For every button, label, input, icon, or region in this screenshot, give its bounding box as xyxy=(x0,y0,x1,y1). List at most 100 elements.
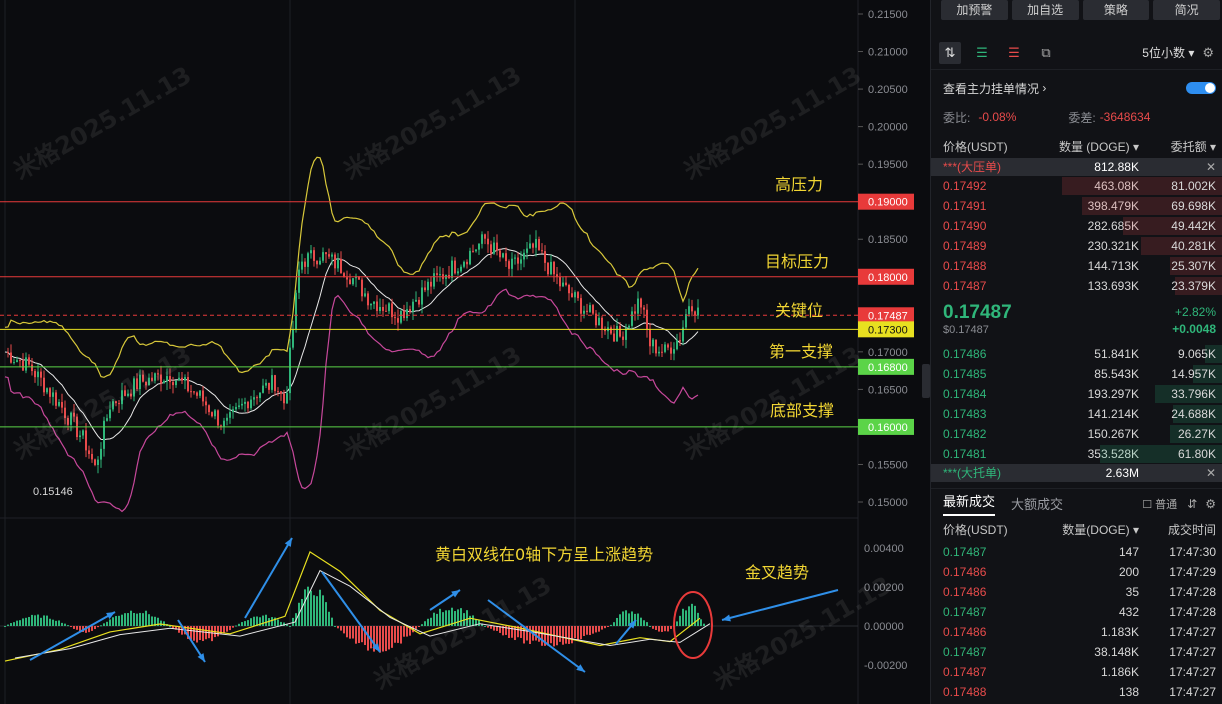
macd-histogram-bar xyxy=(331,617,333,626)
price-level-value: 0.17300 xyxy=(868,324,908,336)
big-ask-bar: ***(大压单) 812.88K ✕ xyxy=(931,158,1222,176)
trade-row[interactable]: 0.17486 35 17:47:28 xyxy=(931,582,1222,602)
trade-qty-header[interactable]: 数量(DOGE) ▾ xyxy=(1033,518,1139,542)
trade-row[interactable]: 0.17487 38.148K 17:47:27 xyxy=(931,642,1222,662)
trade-row[interactable]: 0.17487 1.186K 17:47:27 xyxy=(931,662,1222,682)
candle-body xyxy=(367,293,369,306)
big-ask-value: 812.88K xyxy=(1094,160,1139,174)
candle-body xyxy=(385,310,387,312)
filter-icon[interactable]: ⇵ xyxy=(1187,497,1197,511)
candle-body xyxy=(34,371,36,378)
bid-row[interactable]: 0.17486 51.841K 9.065K xyxy=(931,344,1222,364)
ask-row[interactable]: 0.17489 230.321K 40.281K xyxy=(931,236,1222,256)
macd-histogram-bar xyxy=(202,626,204,642)
ask-row[interactable]: 0.17487 133.693K 23.379K xyxy=(931,276,1222,296)
tab-large-trades[interactable]: 大额成交 xyxy=(1011,494,1063,513)
ask-row[interactable]: 0.17491 398.479K 69.698K xyxy=(931,196,1222,216)
row-amount: 23.379K xyxy=(1171,279,1216,293)
macd-histogram-bar xyxy=(400,626,402,644)
both-sides-view-icon[interactable]: ⇅ xyxy=(939,41,961,64)
mid-change-pct: +2.82% xyxy=(1174,305,1216,319)
macd-histogram-bar xyxy=(37,614,39,626)
checkbox-icon[interactable]: ☐ xyxy=(1142,499,1152,511)
ask-row[interactable]: 0.17488 144.713K 25.307K xyxy=(931,256,1222,276)
add-watchlist-button[interactable]: 加自选 xyxy=(1011,0,1079,20)
trade-row[interactable]: 0.17486 200 17:47:29 xyxy=(931,562,1222,582)
trade-row[interactable]: 0.17487 147 17:47:30 xyxy=(931,542,1222,562)
candle-body xyxy=(646,309,648,329)
trend-arrow xyxy=(244,537,293,619)
main-orders-toggle[interactable] xyxy=(1186,82,1216,94)
candle-body xyxy=(379,307,381,311)
chart-canvas[interactable]: 0.21500 0.21000 0.20500 0.20000 0.19500 0.190… xyxy=(0,0,930,704)
decimals-select[interactable]: 5位小数 ▾ xyxy=(1142,44,1194,61)
candle-body xyxy=(514,257,516,259)
macd-histogram-bar xyxy=(10,623,12,626)
bid-row[interactable]: 0.17484 193.297K 33.796K xyxy=(931,384,1222,404)
price-level-value: 0.18000 xyxy=(868,272,908,284)
macd-histogram-bar xyxy=(139,612,141,626)
row-qty: 141.214K xyxy=(1087,407,1139,421)
close-icon[interactable]: ✕ xyxy=(1139,158,1216,176)
candle-body xyxy=(97,459,99,465)
overview-button[interactable]: 简况 xyxy=(1153,0,1220,20)
macd-histogram-bar xyxy=(91,626,93,631)
collapse-handle[interactable] xyxy=(922,364,930,398)
trade-row[interactable]: 0.17488 138 17:47:27 xyxy=(931,682,1222,702)
candle-body xyxy=(52,392,54,397)
trade-row[interactable]: 0.17486 1.183K 17:47:27 xyxy=(931,622,1222,642)
popout-icon[interactable]: ⧉ xyxy=(1035,42,1057,64)
candle-body xyxy=(424,287,426,291)
candle-body xyxy=(25,357,27,371)
bids-view-icon[interactable]: ☰ xyxy=(971,42,993,64)
candle-body xyxy=(685,314,687,328)
trend-arrow xyxy=(321,571,381,653)
close-icon[interactable]: ✕ xyxy=(1139,464,1216,482)
bid-row[interactable]: 0.17483 141.214K 24.688K xyxy=(931,404,1222,424)
macd-histogram-bar xyxy=(595,626,597,633)
macd-histogram-bar xyxy=(427,618,429,626)
candle-body xyxy=(40,371,42,378)
macd-histogram-bar xyxy=(358,626,360,644)
bid-row[interactable]: 0.17481 353.528K 61.80K xyxy=(931,444,1222,464)
candle-body xyxy=(673,349,675,354)
macd-histogram-bar xyxy=(379,626,381,653)
price-chart[interactable]: 0.21500 0.21000 0.20500 0.20000 0.19500 0.190… xyxy=(0,0,930,704)
row-price: 0.17491 xyxy=(943,199,987,213)
tab-latest-trades[interactable]: 最新成交 xyxy=(943,491,996,516)
row-qty: 1.183K xyxy=(1100,625,1139,639)
candle-body xyxy=(661,351,663,353)
qty-header[interactable]: 数量 (DOGE) ▾ xyxy=(1039,136,1139,158)
ask-row[interactable]: 0.17492 463.08K 81.002K xyxy=(931,176,1222,196)
row-price: 0.17488 xyxy=(943,259,987,273)
add-alert-button[interactable]: 加预警 xyxy=(941,0,1008,20)
ask-row[interactable]: 0.17490 282.685K 49.442K xyxy=(931,216,1222,236)
candle-body xyxy=(574,292,576,298)
candle-body xyxy=(502,253,504,258)
candle-body xyxy=(349,279,351,285)
macd-histogram-bar xyxy=(658,626,660,632)
candle-body xyxy=(610,327,612,334)
row-time: 17:47:27 xyxy=(1169,685,1216,699)
row-time: 17:47:28 xyxy=(1169,585,1216,599)
normal-filter[interactable]: ☐ 普通 xyxy=(1142,496,1177,512)
watermark: 米格2025.11.13 xyxy=(9,61,196,185)
trade-row[interactable]: 0.17487 432 17:47:28 xyxy=(931,602,1222,622)
candle-body xyxy=(664,344,666,352)
macd-histogram-bar xyxy=(349,626,351,639)
settings-icon[interactable]: ⚙ xyxy=(1205,497,1216,511)
candle-body xyxy=(307,253,309,267)
macd-histogram-bar xyxy=(670,626,672,629)
macd-histogram-bar xyxy=(127,613,129,626)
macd-histogram-bar xyxy=(667,626,669,632)
macd-histogram-bar xyxy=(679,615,681,626)
asks-view-icon[interactable]: ☰ xyxy=(1003,42,1025,64)
strategy-button[interactable]: 策略 xyxy=(1082,0,1150,20)
settings-icon[interactable]: ⚙ xyxy=(1202,45,1214,61)
candle-body xyxy=(613,333,615,342)
amount-header[interactable]: 委托额 ▾ xyxy=(1139,136,1216,158)
bid-row[interactable]: 0.17485 85.543K 14.957K xyxy=(931,364,1222,384)
row-qty: 38.148K xyxy=(1094,645,1139,659)
bid-row[interactable]: 0.17482 150.267K 26.27K xyxy=(931,424,1222,444)
price-level-annotation: 目标压力 xyxy=(765,252,829,271)
